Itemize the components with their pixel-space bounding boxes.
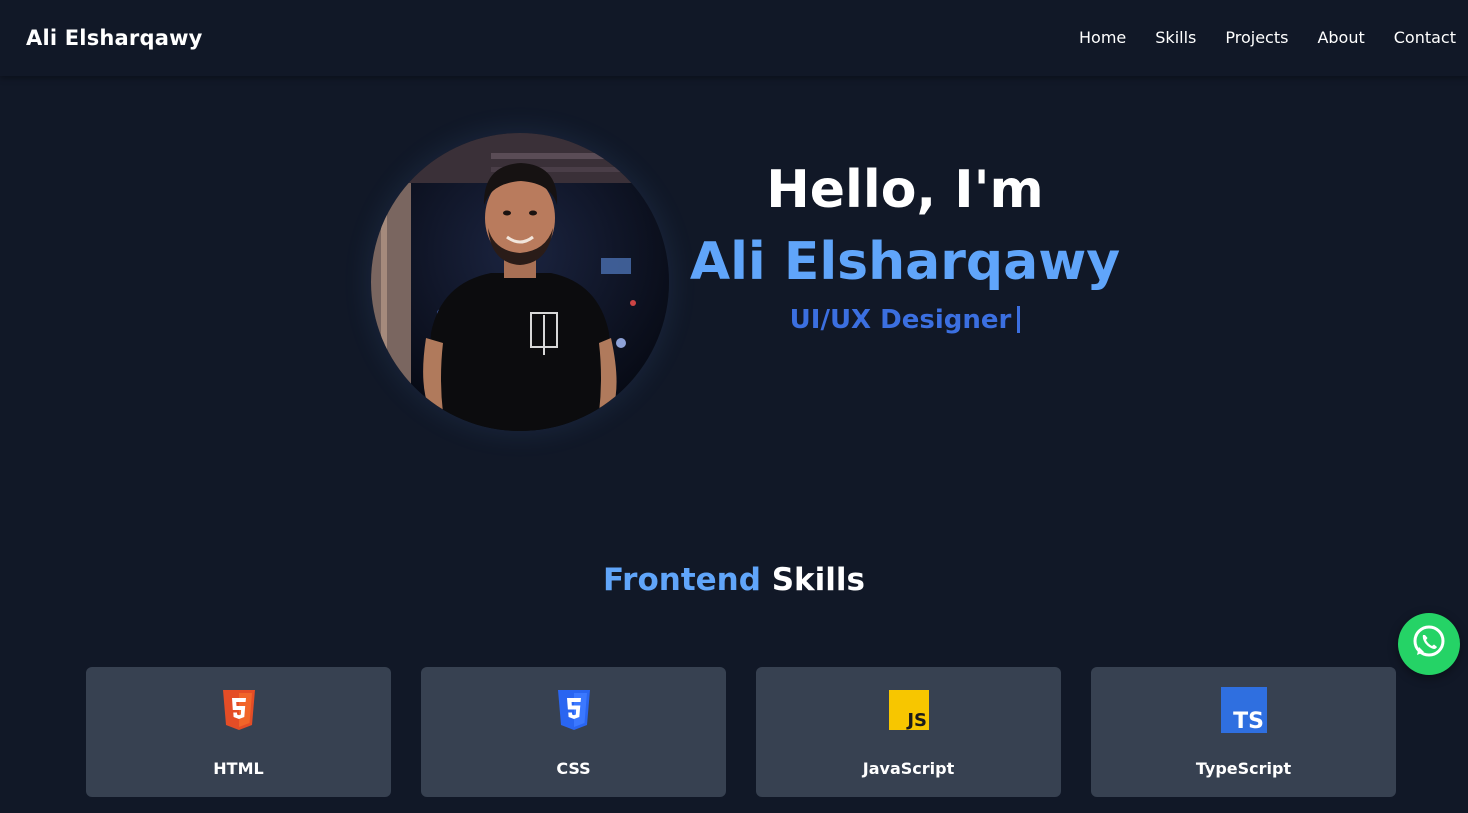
nav-links: Home Skills Projects About Contact	[1079, 0, 1456, 76]
hero-role-text: UI/UX Designer	[789, 305, 1012, 335]
whatsapp-button[interactable]	[1398, 613, 1460, 675]
hero-text: Hello, I'm Ali Elsharqawy UI/UX Designer	[650, 154, 1160, 340]
svg-text:JS: JS	[905, 710, 927, 730]
skills-title-rest: Skills	[771, 562, 866, 598]
whatsapp-icon	[1409, 622, 1449, 666]
css3-icon	[551, 687, 597, 733]
profile-photo	[371, 133, 669, 431]
typing-cursor	[1017, 306, 1021, 333]
nav-link-home[interactable]: Home	[1079, 28, 1126, 49]
html5-icon	[216, 687, 262, 733]
nav-link-contact[interactable]: Contact	[1394, 28, 1456, 49]
skills-title-accent: Frontend	[602, 562, 761, 598]
skill-label: TypeScript	[1195, 759, 1292, 778]
navbar: Ali Elsharqawy Home Skills Projects Abou…	[0, 0, 1468, 76]
nav-link-about[interactable]: About	[1317, 28, 1364, 49]
skill-card-javascript[interactable]: JS JavaScript	[756, 667, 1061, 797]
nav-link-skills[interactable]: Skills	[1155, 28, 1196, 49]
brand-logo[interactable]: Ali Elsharqawy	[26, 26, 203, 50]
hero-name: Ali Elsharqawy	[689, 232, 1121, 292]
nav-link-projects[interactable]: Projects	[1225, 28, 1288, 49]
svg-text:TS: TS	[1233, 709, 1264, 733]
skill-card-html[interactable]: HTML	[86, 667, 391, 797]
skills-grid: HTML CSS JS JavaScript TS TypeScript	[86, 667, 1396, 797]
skill-label: JavaScript	[862, 759, 955, 778]
skill-card-css[interactable]: CSS	[421, 667, 726, 797]
skill-label: CSS	[556, 759, 591, 778]
skills-section-title: Frontend Skills	[0, 562, 1468, 598]
typescript-icon: TS	[1220, 687, 1267, 733]
skill-label: HTML	[213, 759, 264, 778]
hero-section: Hello, I'm Ali Elsharqawy UI/UX Designer	[0, 76, 1468, 516]
hero-greeting: Hello, I'm	[766, 160, 1044, 220]
hero-role: UI/UX Designer	[650, 300, 1160, 340]
skill-card-typescript[interactable]: TS TypeScript	[1091, 667, 1396, 797]
javascript-icon: JS	[886, 687, 932, 733]
